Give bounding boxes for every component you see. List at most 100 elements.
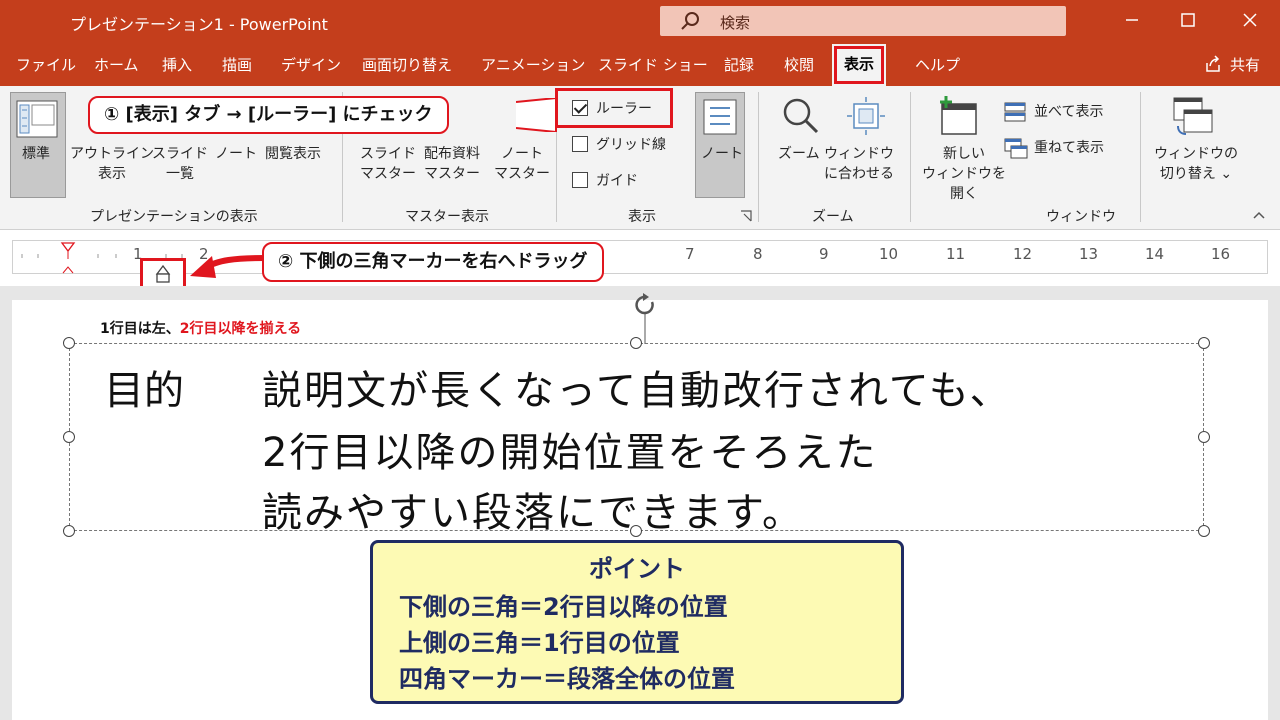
first-line-indent-marker-icon[interactable] [60,241,76,275]
title-bar: プレゼンテーション1 - PowerPoint 検索 [0,0,1280,44]
master-views-group-title: マスター表示 [405,209,489,225]
notes-page-button[interactable]: ノート [215,144,257,164]
tab-file[interactable]: ファイル [16,54,76,75]
arrange-all-icon[interactable] [1004,102,1026,122]
ruler-number: 13 [1079,245,1099,263]
maximize-icon[interactable] [1176,8,1200,32]
resize-handle[interactable] [1198,431,1210,443]
outline-line2: 表示 [98,166,126,182]
callout-step1: ① [表示] タブ → [ルーラー] にチェック [88,96,449,134]
share-icon [1206,55,1220,72]
search-placeholder: 検索 [720,14,751,32]
slide-master-button[interactable]: スライド マスター [360,144,416,184]
ruler-number: 7 [685,245,695,263]
gridlines-check-box[interactable] [572,136,588,152]
outline-line1: アウトライン [70,146,154,162]
new-window-button[interactable]: 新しいウィンドウを 開く [922,144,1006,204]
share-button[interactable]: 共有 [1204,54,1260,75]
callout-step1-pointer [516,98,557,132]
note-black-text: 1行目は左、 [100,321,180,337]
slide-sorter-line1: スライド [152,146,208,162]
slide-master-line2: マスター [360,166,416,182]
slide-sorter-button[interactable]: スライド 一覧 [152,144,208,184]
group-separator [1140,92,1141,222]
tab-design[interactable]: デザイン [281,54,341,75]
slide-sorter-line2: 一覧 [166,166,194,182]
tab-transitions[interactable]: 画面切り替え [362,54,452,75]
tab-draw[interactable]: 描画 [222,54,252,75]
search-box[interactable]: 検索 [660,6,1066,36]
body-line-1: 説明文が長くなって自動改行されても、 [262,368,1012,414]
tab-home[interactable]: ホーム [94,54,139,75]
reading-view-button[interactable]: 閲覧表示 [265,144,321,164]
body-line-3: 読みやすい段落にできます。 [262,490,804,536]
resize-handle[interactable] [1198,525,1210,537]
ribbon-tab-bar: ファイル ホーム 挿入 描画 デザイン 画面切り替え アニメーション スライド … [0,44,1280,86]
guides-label: ガイド [596,173,638,189]
notes-master-button[interactable]: ノート マスター [494,144,550,184]
notes-icon [703,99,737,135]
resize-handle[interactable] [630,337,642,349]
show-group-title: 表示 [628,209,656,225]
cascade-icon[interactable] [1004,138,1028,160]
resize-handle[interactable] [63,431,75,443]
handout-master-line2: マスター [424,166,480,182]
notes-master-line1: ノート [501,146,543,162]
share-label: 共有 [1229,56,1260,74]
close-icon[interactable] [1238,8,1262,32]
new-window-line1: 新しい [943,146,985,162]
zoom-label[interactable]: ズーム [778,144,820,164]
group-separator [758,92,759,222]
hanging-indent-marker-icon[interactable] [153,263,173,285]
new-window-icon[interactable] [938,96,980,136]
fit-to-window-button[interactable]: ウィンドウ に合わせる [824,144,894,184]
guides-checkbox[interactable]: ガイド [572,170,638,190]
tab-insert[interactable]: 挿入 [162,54,192,75]
switch-windows-icon[interactable] [1172,96,1214,136]
presentation-views-group-title: プレゼンテーションの表示 [90,209,258,225]
slide-master-line1: スライド [360,146,416,162]
search-icon [681,12,699,30]
gridlines-label: グリッド線 [596,137,666,153]
ruler-number: 12 [1013,245,1033,263]
guides-check-box[interactable] [572,172,588,188]
gridlines-checkbox[interactable]: グリッド線 [572,134,666,154]
ruler-number: 14 [1145,245,1165,263]
tab-slideshow[interactable]: スライド ショー [598,54,708,75]
tab-record[interactable]: 記録 [724,54,754,75]
handout-master-line1: 配布資料 [424,146,480,162]
new-window-line2: ウィンドウを [922,166,1006,182]
ruler-number: 9 [819,245,829,263]
zoom-icon[interactable] [780,96,820,136]
resize-handle[interactable] [63,337,75,349]
annotation-note: 1行目は左、2行目以降を揃える [100,318,301,338]
callout-step2: ② 下側の三角マーカーを右へドラッグ [262,242,604,282]
dialog-launcher-icon[interactable] [740,210,752,222]
handout-master-button[interactable]: 配布資料 マスター [424,144,480,184]
red-arrow-icon [190,255,266,278]
minimize-icon[interactable] [1120,8,1144,32]
new-window-line3: 開く [950,186,978,202]
fit-to-window-icon[interactable] [846,96,886,136]
tab-view[interactable]: 表示 [832,44,887,86]
zoom-group-title: ズーム [812,209,854,225]
arrange-all-button[interactable]: 並べて表示 [1034,102,1103,122]
cascade-button[interactable]: 重ねて表示 [1034,138,1104,158]
point-line-2: 上側の三角＝1行目の位置 [399,629,680,657]
tab-help[interactable]: ヘルプ [915,54,960,75]
outline-view-button[interactable]: アウトライン 表示 [70,144,154,184]
switch-windows-button[interactable]: ウィンドウの 切り替え ⌄ [1154,144,1238,184]
tab-animations[interactable]: アニメーション [481,54,585,75]
fit-line1: ウィンドウ [824,146,894,162]
point-box: ポイント 下側の三角＝2行目以降の位置 上側の三角＝1行目の位置 四角マーカー＝… [370,540,904,704]
window-title: プレゼンテーション1 - PowerPoint [70,15,328,34]
ruler-number: 8 [753,245,763,263]
point-title: ポイント [589,555,685,583]
window-group-title: ウィンドウ [1046,209,1116,225]
tab-review[interactable]: 校閲 [784,54,814,75]
resize-handle[interactable] [63,525,75,537]
switch-line1: ウィンドウの [1154,146,1238,162]
collapse-ribbon-icon[interactable] [1252,210,1266,220]
notes-label: ノート [701,146,743,162]
resize-handle[interactable] [1198,337,1210,349]
